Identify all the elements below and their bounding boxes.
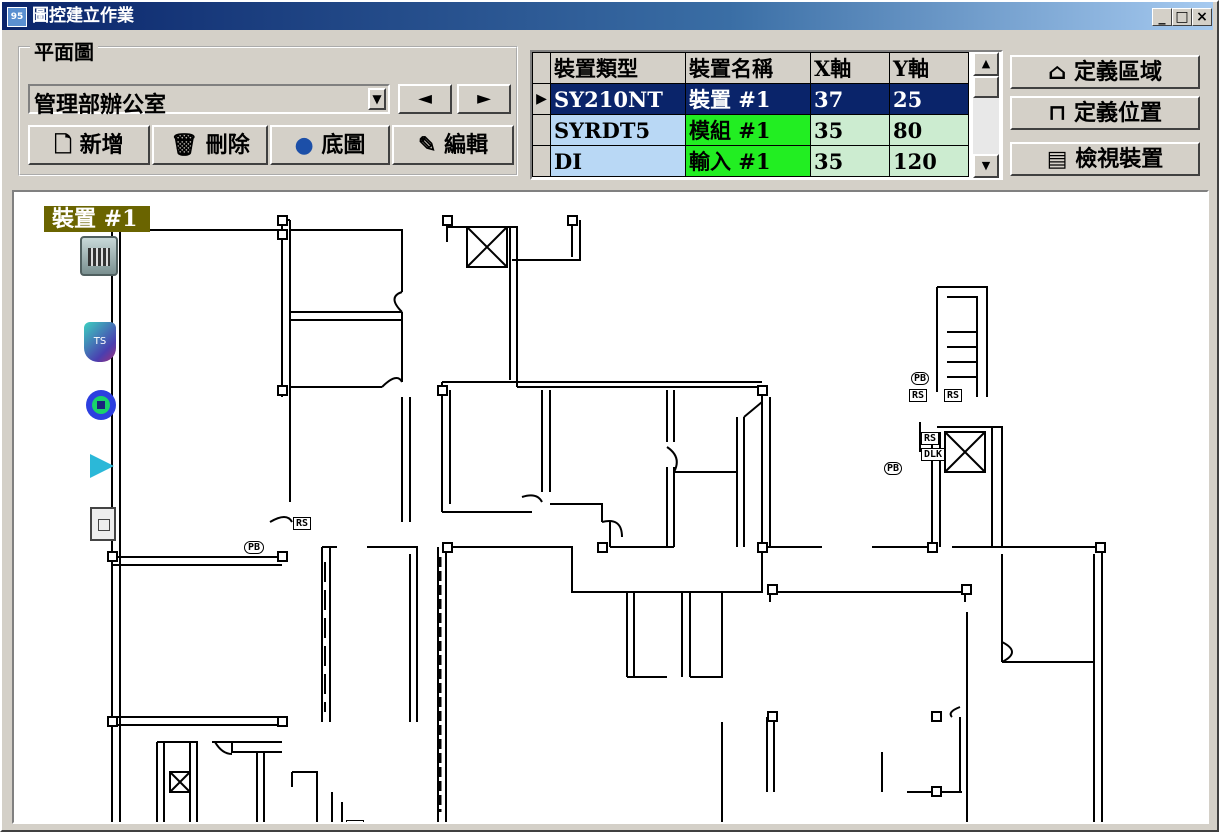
dlk-tag: DLK [921,448,946,461]
scroll-up-icon[interactable]: ▲ [973,52,999,76]
grid-corner [532,52,551,84]
rs-tag: RS [944,389,963,402]
cell-y[interactable]: 25 [889,83,969,115]
cell-x[interactable]: 37 [810,83,890,115]
device-label[interactable]: 裝置 #1 [44,206,150,232]
add-button[interactable]: 🗋 新增 [28,125,150,165]
view-device-label: 檢視裝置 [1075,146,1164,172]
globe-icon: ● [294,132,314,158]
title-bar[interactable]: 95 圖控建立作業 _ □ × [2,2,1213,30]
close-button[interactable]: × [1192,8,1212,26]
device-grid[interactable]: 裝置類型 裝置名稱 X軸 Y軸 ▶ SY210NT 裝置 #1 37 25 SY… [530,50,1003,180]
cell-name[interactable]: 模組 #1 [685,114,811,146]
output-icon[interactable] [90,454,114,478]
delete-button[interactable]: 🗑 刪除 [152,125,268,165]
chevron-down-icon[interactable]: ▼ [368,88,386,110]
delete-button-label: 刪除 [205,132,250,158]
define-position-button[interactable]: ⊓ 定義位置 [1010,96,1200,130]
rs-tag: RS [293,517,312,530]
cell-type[interactable]: SY210NT [550,83,686,115]
pb-tag: PB [911,372,930,385]
door-sensor-icon[interactable] [90,507,116,541]
header-device-type[interactable]: 裝置類型 [550,52,686,84]
cell-type[interactable]: SYRDT5 [550,114,686,146]
input-module-icon-center [97,401,105,409]
scroll-down-icon[interactable]: ▼ [973,154,999,178]
rs-tag: RS [909,389,928,402]
cell-x[interactable]: 35 [810,145,890,177]
floorplan-select[interactable]: 管理部辦公室 ▼ [28,84,390,118]
door-sensor-window [98,519,110,531]
cell-name[interactable]: 輸入 #1 [685,145,811,177]
cell-y[interactable]: 80 [889,114,969,146]
controller-icon[interactable] [80,236,118,276]
floorplan-canvas[interactable]: PB RS RS RS PB RS DLK PB RS TS [12,190,1209,824]
next-button[interactable]: ► [457,84,511,114]
cell-type[interactable]: DI [550,145,686,177]
edit-icon: ✎ [417,132,437,158]
header-x[interactable]: X軸 [810,52,890,84]
cell-name[interactable]: 裝置 #1 [685,83,811,115]
keypad-icon [88,248,110,266]
edit-button[interactable]: ✎ 編輯 [392,125,514,165]
maximize-button[interactable]: □ [1172,8,1192,26]
background-button-label: 底圖 [321,132,366,158]
pb-tag: PB [884,462,903,475]
minimize-button[interactable]: _ [1152,8,1172,26]
define-area-label: 定義區域 [1074,59,1163,85]
table-row[interactable]: DI 輸入 #1 35 120 [532,145,969,177]
grid-scrollbar[interactable]: ▲ ▼ [973,52,999,178]
pb-tag: PB [244,541,265,554]
define-area-button[interactable]: ⌂ 定義區域 [1010,55,1200,89]
edit-button-label: 編輯 [444,132,489,158]
door-icon: ⊓ [1047,100,1067,126]
prev-button[interactable]: ◄ [398,84,452,114]
window-title: 圖控建立作業 [32,6,134,26]
cell-y[interactable]: 120 [889,145,969,177]
background-button[interactable]: ● 底圖 [270,125,390,165]
trash-icon: 🗑 [170,132,199,158]
header-device-name[interactable]: 裝置名稱 [685,52,811,84]
row-indicator [532,114,551,146]
app-icon: 95 [7,7,27,27]
floorplan-drawing [107,215,1106,822]
floorplan-group-label: 平面圖 [30,36,98,65]
cell-x[interactable]: 35 [810,114,890,146]
rs-tag: RS [921,432,940,445]
define-position-label: 定義位置 [1074,100,1163,126]
view-device-button[interactable]: ▤ 檢視裝置 [1010,142,1200,176]
table-row[interactable]: ▶ SY210NT 裝置 #1 37 25 [532,83,969,115]
table-row[interactable]: SYRDT5 模組 #1 35 80 [532,114,969,146]
house-icon: ⌂ [1047,59,1067,85]
reader-icon[interactable]: TS [84,322,116,362]
floorplan-select-value: 管理部辦公室 [34,92,167,118]
input-module-icon[interactable] [86,390,116,420]
row-indicator-icon: ▶ [532,83,551,115]
computer-icon: ▤ [1046,146,1068,172]
rs-tag: RS [346,820,365,822]
scroll-thumb[interactable] [973,76,999,98]
header-y[interactable]: Y軸 [889,52,969,84]
new-file-icon: 🗋 [54,132,72,158]
add-button-label: 新增 [79,132,124,158]
row-indicator [532,145,551,177]
